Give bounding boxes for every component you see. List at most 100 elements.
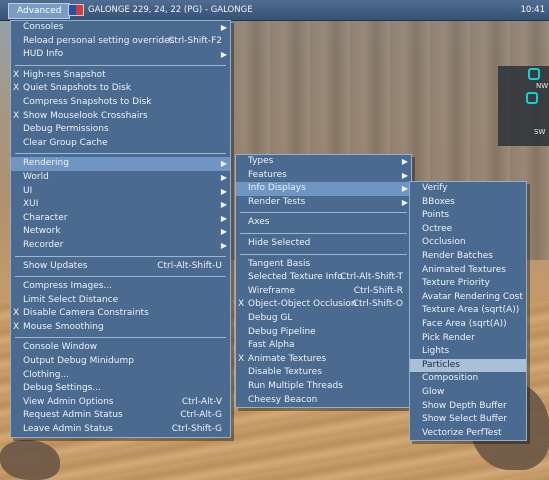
menu-item-label: Texture Area (sqrt(A)) (422, 305, 520, 316)
minimap-marker-icon (526, 92, 538, 104)
submenu-arrow-icon: ▶ (401, 197, 408, 207)
menu-item-world[interactable]: World ▶ (11, 171, 230, 185)
submenu-arrow-icon: ▶ (220, 172, 227, 182)
menu-item-types[interactable]: Types ▶ (236, 155, 411, 169)
menu-item-run-multiple-threads[interactable]: Run Multiple Threads (236, 380, 411, 394)
menu-item-clear-group-cache[interactable]: Clear Group Cache (11, 137, 230, 151)
menu-item-request-admin-status[interactable]: Request Admin Status Ctrl-Alt-G (11, 409, 230, 423)
checkmark-icon: X (238, 299, 245, 310)
minimap[interactable]: NW SW (498, 66, 549, 146)
menu-item-animate-textures[interactable]: X Animate Textures (236, 353, 411, 367)
menu-item-hud-info[interactable]: HUD Info ▶ (11, 48, 230, 62)
menu-separator (15, 255, 226, 257)
menu-item-verify[interactable]: Verify (410, 182, 526, 196)
submenu-arrow-icon: ▶ (220, 213, 227, 223)
menu-item-label: Particles (422, 359, 460, 370)
submenu-arrow-icon: ▶ (220, 186, 227, 196)
menu-item-recorder[interactable]: Recorder ▶ (11, 239, 230, 253)
menu-item-shortcut: Ctrl-Alt-Shift-T (340, 272, 403, 283)
menu-item-wireframe[interactable]: Wireframe Ctrl-Shift-R (236, 285, 411, 299)
menu-item-face-area-sqrt-a[interactable]: Face Area (sqrt(A)) (410, 318, 526, 332)
menu-item-disable-textures[interactable]: Disable Textures (236, 366, 411, 380)
menu-item-reload-personal-setting-overrides[interactable]: Reload personal setting overrides Ctrl-Sh… (11, 35, 230, 49)
menu-item-label: Occlusion (422, 237, 466, 248)
checkmark-icon: X (238, 353, 245, 364)
menu-item-mouse-smoothing[interactable]: X Mouse Smoothing (11, 321, 230, 335)
menu-item-ui[interactable]: UI ▶ (11, 185, 230, 199)
clock: 10:41 (520, 5, 546, 15)
menu-item-character[interactable]: Character ▶ (11, 212, 230, 226)
menu-item-axes[interactable]: Axes (236, 216, 411, 230)
menu-item-fast-alpha[interactable]: Fast Alpha (236, 339, 411, 353)
menu-item-octree[interactable]: Octree (410, 223, 526, 237)
menu-item-debug-pipeline[interactable]: Debug Pipeline (236, 326, 411, 340)
menu-item-consoles[interactable]: Consoles ▶ (11, 21, 230, 35)
menu-item-label: Cheesy Beacon (248, 394, 318, 405)
menu-item-composition[interactable]: Composition (410, 372, 526, 386)
menu-item-render-batches[interactable]: Render Batches (410, 250, 526, 264)
menu-item-label: View Admin Options (23, 396, 114, 407)
menu-item-debug-gl[interactable]: Debug GL (236, 312, 411, 326)
menu-item-points[interactable]: Points (410, 209, 526, 223)
menu-item-tangent-basis[interactable]: Tangent Basis (236, 258, 411, 272)
menu-item-features[interactable]: Features ▶ (236, 169, 411, 183)
menu-item-label: Show Updates (23, 260, 88, 271)
menu-item-quiet-snapshots-to-disk[interactable]: X Quiet Snapshots to Disk (11, 82, 230, 96)
menu-item-show-select-buffer[interactable]: Show Select Buffer (410, 413, 526, 427)
menu-item-leave-admin-status[interactable]: Leave Admin Status Ctrl-Shift-G (11, 423, 230, 437)
menu-item-show-mouselook-crosshairs[interactable]: X Show Mouselook Crosshairs (11, 110, 230, 124)
menu-item-object-object-occlusion[interactable]: X Object-Object Occlusion Ctrl-Shift-O (236, 298, 411, 312)
menu-item-label: Rendering (23, 158, 69, 169)
menu-item-animated-textures[interactable]: Animated Textures (410, 264, 526, 278)
menu-item-debug-permissions[interactable]: Debug Permissions (11, 123, 230, 137)
menu-item-debug-settings[interactable]: Debug Settings... (11, 382, 230, 396)
menu-item-lights[interactable]: Lights (410, 345, 526, 359)
menu-item-texture-priority[interactable]: Texture Priority (410, 277, 526, 291)
menu-item-pick-render[interactable]: Pick Render (410, 332, 526, 346)
menu-item-texture-area-sqrt-a[interactable]: Texture Area (sqrt(A)) (410, 304, 526, 318)
menu-item-label: Face Area (sqrt(A)) (422, 318, 507, 329)
menu-item-occlusion[interactable]: Occlusion (410, 236, 526, 250)
menu-item-hide-selected[interactable]: Hide Selected (236, 237, 411, 251)
menu-item-render-tests[interactable]: Render Tests ▶ (236, 196, 411, 210)
menu-item-xui[interactable]: XUI ▶ (11, 198, 230, 212)
menu-item-vectorize-perftest[interactable]: Vectorize PerfTest (410, 427, 526, 441)
menu-item-label: Debug Permissions (23, 124, 109, 135)
menu-item-rendering[interactable]: Rendering ▶ (11, 157, 230, 171)
menu-item-console-window[interactable]: Console Window (11, 341, 230, 355)
menu-item-output-debug-minidump[interactable]: Output Debug Minidump (11, 355, 230, 369)
menu-item-show-updates[interactable]: Show Updates Ctrl-Alt-Shift-U (11, 260, 230, 274)
menu-item-label: BBoxes (422, 196, 455, 207)
menu-item-info-displays[interactable]: Info Displays ▶ (236, 182, 411, 196)
menu-item-label: Tangent Basis (248, 258, 311, 269)
menu-item-label: Object-Object Occlusion (248, 299, 357, 310)
menu-item-compress-snapshots-to-disk[interactable]: Compress Snapshots to Disk (11, 96, 230, 110)
menu-item-avatar-rendering-cost[interactable]: Avatar Rendering Cost (410, 291, 526, 305)
menu-item-label: Selected Texture Info (248, 272, 343, 283)
menu-item-high-res-snapshot[interactable]: X High-res Snapshot (11, 69, 230, 83)
menu-item-disable-camera-constraints[interactable]: X Disable Camera Constraints (11, 307, 230, 321)
menu-item-label: Debug Settings... (23, 383, 101, 394)
advanced-menu-button[interactable]: Advanced (8, 3, 71, 19)
menu-item-limit-select-distance[interactable]: Limit Select Distance (11, 294, 230, 308)
menu-item-network[interactable]: Network ▶ (11, 225, 230, 239)
menu-item-show-depth-buffer[interactable]: Show Depth Buffer (410, 400, 526, 414)
menu-separator (15, 337, 226, 339)
menu-item-bboxes[interactable]: BBoxes (410, 196, 526, 210)
menu-item-glow[interactable]: Glow (410, 386, 526, 400)
menu-item-compress-images[interactable]: Compress Images... (11, 280, 230, 294)
menu-item-label: Composition (422, 373, 479, 384)
menu-separator (15, 276, 226, 278)
menu-item-particles[interactable]: Particles (410, 358, 526, 373)
submenu-arrow-icon: ▶ (220, 159, 227, 169)
menu-item-label: Clothing... (23, 369, 70, 380)
menu-separator (240, 212, 407, 214)
menu-item-label: Network (23, 226, 61, 237)
menu-item-selected-texture-info[interactable]: Selected Texture Info Ctrl-Alt-Shift-T (236, 271, 411, 285)
menu-item-label: World (23, 171, 49, 182)
menu-item-label: Types (248, 156, 274, 166)
menu-item-view-admin-options[interactable]: View Admin Options Ctrl-Alt-V (11, 396, 230, 410)
menu-item-cheesy-beacon[interactable]: Cheesy Beacon (236, 394, 411, 408)
menu-item-clothing[interactable]: Clothing... (11, 369, 230, 383)
minimap-sw-label: SW (534, 128, 546, 136)
